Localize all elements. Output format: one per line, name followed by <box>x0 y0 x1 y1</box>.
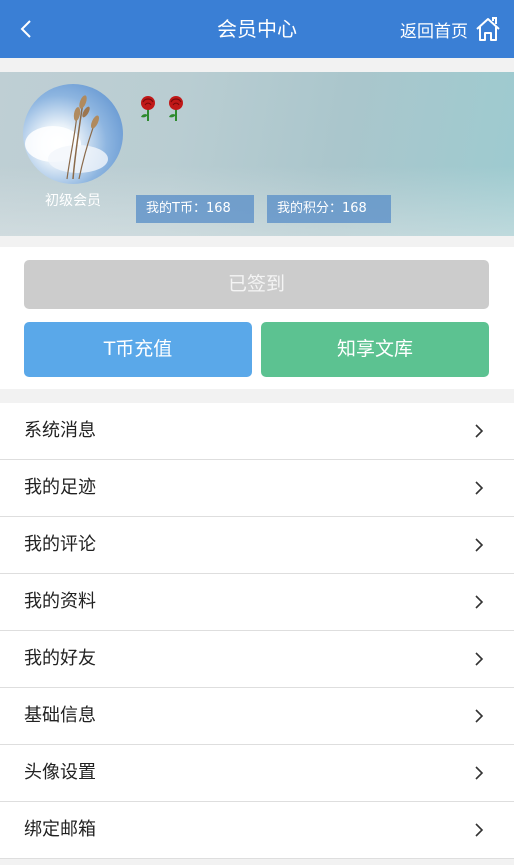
chevron-right-icon <box>475 595 484 609</box>
chevron-right-icon <box>475 481 484 495</box>
menu-item-bind-email[interactable]: 绑定邮箱 <box>0 802 514 859</box>
menu-item-label: 系统消息 <box>24 420 96 441</box>
chevron-left-icon <box>20 20 31 38</box>
menu-item-label: 基础信息 <box>24 705 96 726</box>
chevron-right-icon <box>475 652 484 666</box>
chevron-right-icon <box>475 538 484 552</box>
recharge-button[interactable]: T币充值 <box>24 322 252 377</box>
chevron-right-icon <box>475 823 484 837</box>
badge-row <box>136 94 188 122</box>
chevron-right-icon <box>475 766 484 780</box>
menu-item-label: 我的资料 <box>24 591 96 612</box>
menu-item-label: 头像设置 <box>24 762 96 783</box>
menu-item-label: 我的评论 <box>24 534 96 555</box>
menu-item-my-footprints[interactable]: 我的足迹 <box>0 460 514 517</box>
menu-list: 系统消息 我的足迹 我的评论 我的资料 我的好友 基础信息 头像设置 绑定邮箱 <box>0 403 514 859</box>
menu-item-my-materials[interactable]: 我的资料 <box>0 574 514 631</box>
checkin-button[interactable]: 已签到 <box>24 260 489 309</box>
profile-banner: 初级会员 我的T币：168 我的积分：168 <box>0 72 514 236</box>
chevron-right-icon <box>475 424 484 438</box>
menu-item-basic-info[interactable]: 基础信息 <box>0 688 514 745</box>
menu-item-my-comments[interactable]: 我的评论 <box>0 517 514 574</box>
avatar[interactable] <box>23 84 123 184</box>
menu-item-label: 绑定邮箱 <box>24 819 96 840</box>
points-balance: 我的积分：168 <box>267 195 391 223</box>
home-link-label: 返回首页 <box>400 21 468 42</box>
chevron-right-icon <box>475 709 484 723</box>
rose-icon <box>169 96 183 121</box>
menu-item-system-messages[interactable]: 系统消息 <box>0 403 514 460</box>
menu-item-my-friends[interactable]: 我的好友 <box>0 631 514 688</box>
t-coin-balance: 我的T币：168 <box>136 195 254 223</box>
back-button[interactable] <box>10 12 44 46</box>
back-to-home-link[interactable]: 返回首页 <box>400 10 502 48</box>
library-button[interactable]: 知享文库 <box>261 322 489 377</box>
menu-item-label: 我的好友 <box>24 648 96 669</box>
action-panel: 已签到 T币充值 知享文库 <box>0 247 514 389</box>
rose-icon <box>141 96 155 121</box>
avatar-image <box>25 95 108 180</box>
menu-item-label: 我的足迹 <box>24 477 96 498</box>
menu-item-avatar-settings[interactable]: 头像设置 <box>0 745 514 802</box>
home-icon <box>476 17 500 41</box>
top-bar: 会员中心 返回首页 <box>0 0 514 58</box>
member-level: 初级会员 <box>45 193 101 209</box>
